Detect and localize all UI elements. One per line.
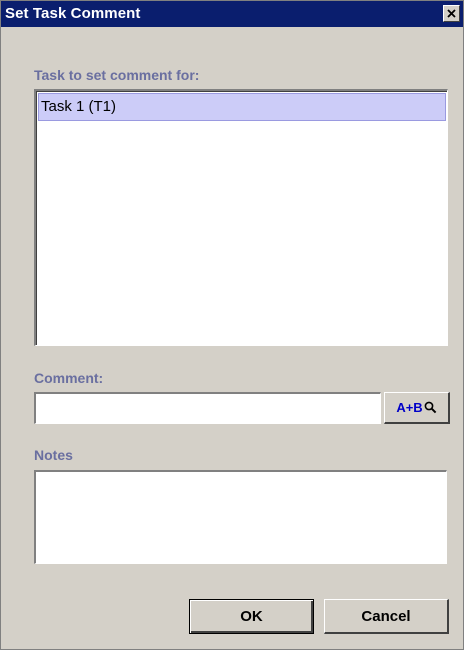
notes-textarea[interactable] bbox=[34, 470, 447, 564]
ok-button[interactable]: OK bbox=[189, 599, 314, 634]
cancel-button[interactable]: Cancel bbox=[324, 599, 449, 634]
close-icon bbox=[447, 5, 456, 23]
magnifier-icon bbox=[424, 401, 437, 414]
comment-input[interactable] bbox=[34, 392, 381, 424]
spell-check-button[interactable]: A+B bbox=[384, 392, 450, 424]
task-list-label: Task to set comment for: bbox=[34, 67, 200, 83]
notes-label: Notes bbox=[34, 447, 73, 463]
task-list-inner: Task 1 (T1) bbox=[36, 91, 447, 345]
dialog-title: Set Task Comment bbox=[5, 5, 141, 22]
title-bar[interactable]: Set Task Comment bbox=[1, 1, 463, 27]
task-list[interactable]: Task 1 (T1) bbox=[34, 89, 448, 346]
spell-check-label: A+B bbox=[396, 400, 423, 415]
close-button[interactable] bbox=[443, 5, 460, 22]
task-list-item[interactable]: Task 1 (T1) bbox=[38, 93, 446, 121]
comment-label: Comment: bbox=[34, 370, 104, 386]
set-task-comment-dialog: Set Task Comment Task to set comment for… bbox=[0, 0, 464, 650]
